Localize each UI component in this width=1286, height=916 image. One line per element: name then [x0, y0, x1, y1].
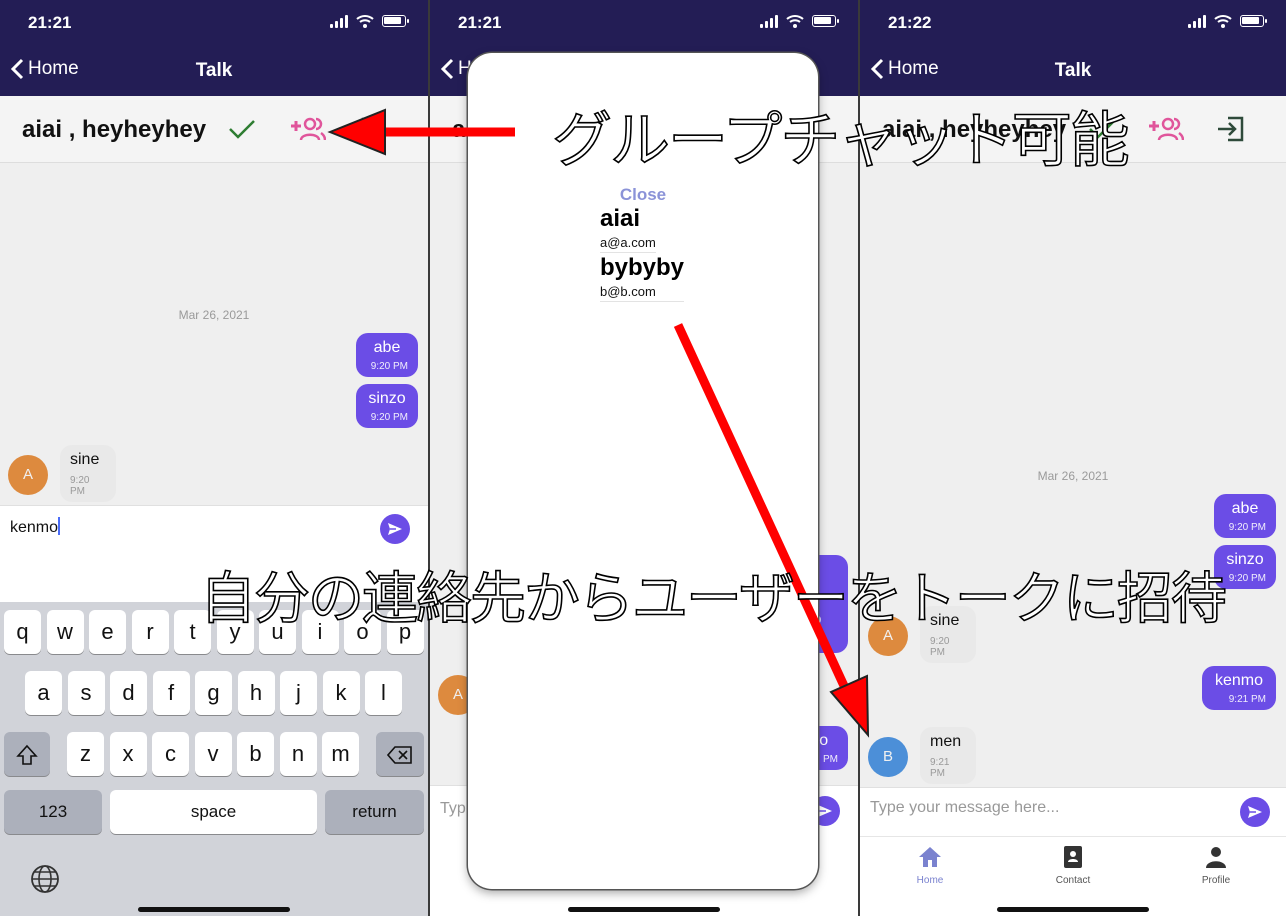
annotation-group-chat: グループチャット可能: [551, 105, 1130, 177]
arrow-to-add-user: [327, 108, 515, 156]
arrow-to-new-member: [673, 323, 870, 738]
annotation-invite: 自分の連絡先からユーザーをトークに招待: [199, 566, 1227, 633]
